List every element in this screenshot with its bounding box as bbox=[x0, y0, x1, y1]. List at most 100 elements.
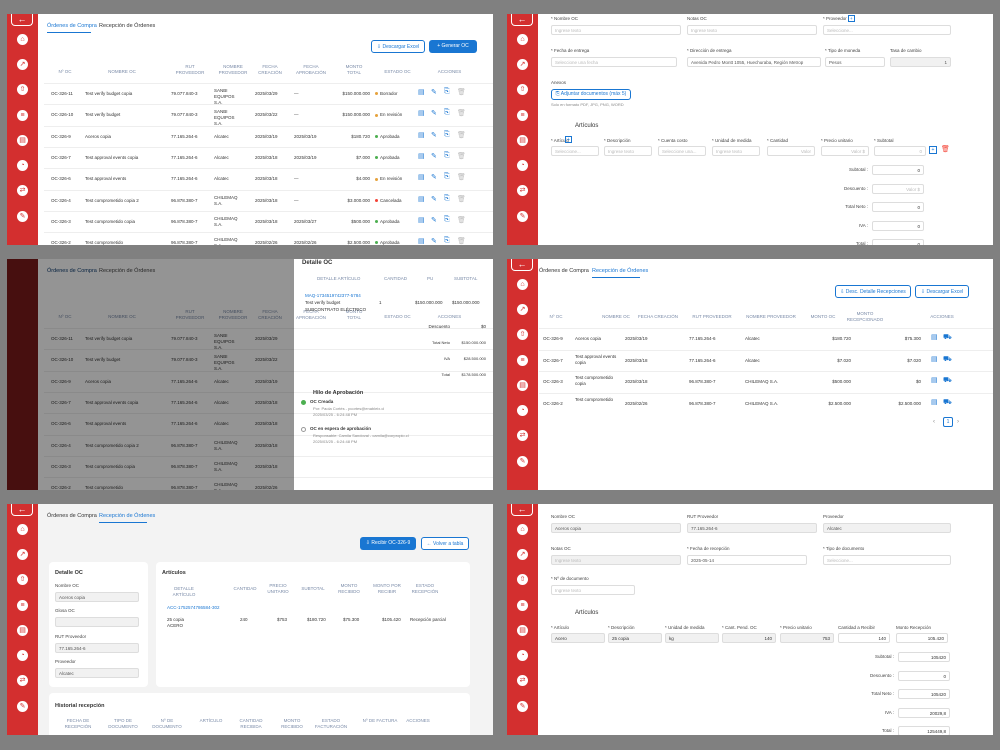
delete-icon[interactable]: 🗑 bbox=[457, 152, 466, 160]
document-icon[interactable]: ▤ bbox=[931, 333, 938, 341]
col-header[interactable]: NOMBRE OC bbox=[87, 69, 157, 75]
fecha-entrega-input[interactable]: Seleccione una fecha bbox=[551, 57, 677, 67]
cart-icon[interactable]: ◔ bbox=[517, 650, 528, 661]
col-header[interactable]: MONTO TOTAL bbox=[339, 64, 369, 76]
document-icon[interactable]: ▤ bbox=[517, 135, 528, 146]
back-arrow-icon[interactable]: ← bbox=[511, 504, 533, 516]
col-header[interactable]: RUT PROVEEDOR bbox=[687, 314, 737, 320]
truck-icon[interactable]: ⛟ bbox=[943, 355, 952, 364]
history-col-header[interactable]: ESTADO FACTURACIÓN bbox=[312, 718, 350, 730]
edit-icon[interactable]: ✎ bbox=[431, 216, 437, 224]
article-value[interactable]: 140 bbox=[838, 633, 890, 643]
stats-icon[interactable]: ≡ bbox=[517, 355, 528, 366]
article-value[interactable]: 105.420 bbox=[896, 633, 948, 643]
copy-icon[interactable]: ⎘ bbox=[444, 195, 450, 203]
col-header[interactable]: ESTADO OC bbox=[375, 69, 420, 75]
swap-icon[interactable]: ⇄ bbox=[517, 430, 528, 441]
attach-button[interactable]: ⎘ Adjuntar documentos (máx 5) bbox=[551, 89, 631, 100]
prev-page-icon[interactable]: ‹ bbox=[933, 419, 935, 425]
upload-icon[interactable]: ⇧ bbox=[17, 574, 28, 585]
cart-icon[interactable]: ◔ bbox=[517, 405, 528, 416]
notas-oc-input[interactable]: Ingrese texto bbox=[687, 25, 817, 35]
total-value[interactable]: Valor $ bbox=[872, 183, 924, 194]
delete-icon[interactable]: 🗑 bbox=[457, 195, 466, 203]
col-header[interactable]: Nº OC bbox=[51, 69, 79, 75]
history-col-header[interactable]: ACCIONES bbox=[399, 718, 437, 724]
document-icon[interactable]: ▤ bbox=[418, 173, 425, 181]
tab-recepcion[interactable]: Recepción de Órdenes bbox=[99, 513, 155, 519]
document-icon[interactable]: ▤ bbox=[931, 355, 938, 363]
home-icon[interactable]: ⌂ bbox=[17, 34, 28, 45]
receive-oc-button[interactable]: ⇩ Recibir OC-326-9 bbox=[360, 537, 416, 550]
tool-icon[interactable]: ✎ bbox=[17, 211, 28, 222]
cart-icon[interactable]: ◔ bbox=[17, 650, 28, 661]
nombre-oc-input[interactable]: Ingrese texto bbox=[551, 25, 681, 35]
back-arrow-icon[interactable]: ← bbox=[511, 259, 533, 271]
article-input[interactable]: 0 bbox=[874, 146, 926, 156]
document-icon[interactable]: ▤ bbox=[931, 376, 938, 384]
tipo-doc-select[interactable]: Seleccione... bbox=[823, 555, 951, 565]
back-arrow-icon[interactable]: ← bbox=[11, 14, 33, 26]
ndoc-input[interactable]: Ingrese texto bbox=[551, 585, 635, 595]
copy-icon[interactable]: ⎘ bbox=[444, 237, 450, 245]
home-icon[interactable]: ⌂ bbox=[517, 524, 528, 535]
history-col-header[interactable]: MONTO RECIBIDO bbox=[273, 718, 311, 730]
delete-icon[interactable]: 🗑 bbox=[457, 173, 466, 181]
tab-ordenes-compra[interactable]: Órdenes de Compra bbox=[47, 513, 97, 519]
article-input[interactable]: Seleccione... bbox=[551, 146, 599, 156]
cart-icon[interactable]: ◔ bbox=[517, 160, 528, 171]
article-input[interactable]: Ingrese texto bbox=[712, 146, 760, 156]
add-row-icon[interactable]: + bbox=[929, 146, 937, 154]
edit-icon[interactable]: ✎ bbox=[431, 88, 437, 96]
col-header[interactable]: RUT PROVEEDOR bbox=[171, 64, 209, 76]
delete-icon[interactable]: 🗑 bbox=[457, 237, 466, 245]
stats-icon[interactable]: ≡ bbox=[517, 600, 528, 611]
chart-icon[interactable]: ↗ bbox=[517, 549, 528, 560]
download-excel-button[interactable]: ⇩ Descargar Excel bbox=[915, 285, 969, 298]
chart-icon[interactable]: ↗ bbox=[17, 549, 28, 560]
upload-icon[interactable]: ⇧ bbox=[517, 574, 528, 585]
truck-icon[interactable]: ⛟ bbox=[943, 376, 952, 385]
delete-icon[interactable]: 🗑 bbox=[457, 109, 466, 117]
tab-ordenes-compra[interactable]: Órdenes de Compra bbox=[539, 268, 589, 274]
tab-recepcion[interactable]: Recepción de Órdenes bbox=[592, 268, 648, 274]
stats-icon[interactable]: ≡ bbox=[517, 110, 528, 121]
col-header[interactable]: ACCIONES bbox=[927, 314, 957, 320]
download-detail-button[interactable]: ⇩ Desc. Detalle Recepciones bbox=[835, 285, 911, 298]
document-icon[interactable]: ▤ bbox=[418, 109, 425, 117]
truck-icon[interactable]: ⛟ bbox=[943, 333, 952, 342]
chart-icon[interactable]: ↗ bbox=[517, 59, 528, 70]
next-page-icon[interactable]: › bbox=[957, 419, 959, 425]
article-input[interactable]: Ingrese texto bbox=[604, 146, 652, 156]
document-icon[interactable]: ▤ bbox=[17, 135, 28, 146]
tool-icon[interactable]: ✎ bbox=[517, 701, 528, 712]
copy-icon[interactable]: ⎘ bbox=[444, 131, 450, 139]
modal-overlay[interactable] bbox=[7, 259, 294, 490]
tab-ordenes-compra[interactable]: Órdenes de Compra bbox=[47, 23, 97, 29]
tool-icon[interactable]: ✎ bbox=[17, 701, 28, 712]
back-arrow-icon[interactable]: ← bbox=[511, 14, 533, 26]
home-icon[interactable]: ⌂ bbox=[17, 524, 28, 535]
swap-icon[interactable]: ⇄ bbox=[17, 675, 28, 686]
document-icon[interactable]: ▤ bbox=[418, 195, 425, 203]
generate-oc-button[interactable]: + Generar OC bbox=[429, 40, 477, 53]
back-to-table-button[interactable]: ← Volver a tabla bbox=[421, 537, 469, 550]
page-1-button[interactable]: 1 bbox=[943, 417, 953, 427]
delete-icon[interactable]: 🗑 bbox=[457, 131, 466, 139]
proveedor-select[interactable]: Seleccione... bbox=[823, 25, 951, 35]
download-excel-button[interactable]: ⇩ Descargar Excel bbox=[371, 40, 425, 53]
stats-icon[interactable]: ≡ bbox=[17, 600, 28, 611]
document-icon[interactable]: ▤ bbox=[418, 216, 425, 224]
copy-icon[interactable]: ⎘ bbox=[444, 109, 450, 117]
direccion-input[interactable]: Avenida Pedro Montt 1055, Huechuraba, Re… bbox=[687, 57, 821, 67]
edit-icon[interactable]: ✎ bbox=[431, 152, 437, 160]
back-arrow-icon[interactable]: ← bbox=[11, 504, 33, 516]
edit-icon[interactable]: ✎ bbox=[431, 131, 437, 139]
fecha-input[interactable]: 2025-05-14 bbox=[687, 555, 807, 565]
document-icon[interactable]: ▤ bbox=[418, 88, 425, 96]
upload-icon[interactable]: ⇧ bbox=[17, 84, 28, 95]
document-icon[interactable]: ▤ bbox=[418, 237, 425, 245]
edit-icon[interactable]: ✎ bbox=[431, 173, 437, 181]
upload-icon[interactable]: ⇧ bbox=[517, 84, 528, 95]
history-col-header[interactable]: TIPO DE DOCUMENTO bbox=[104, 718, 142, 730]
